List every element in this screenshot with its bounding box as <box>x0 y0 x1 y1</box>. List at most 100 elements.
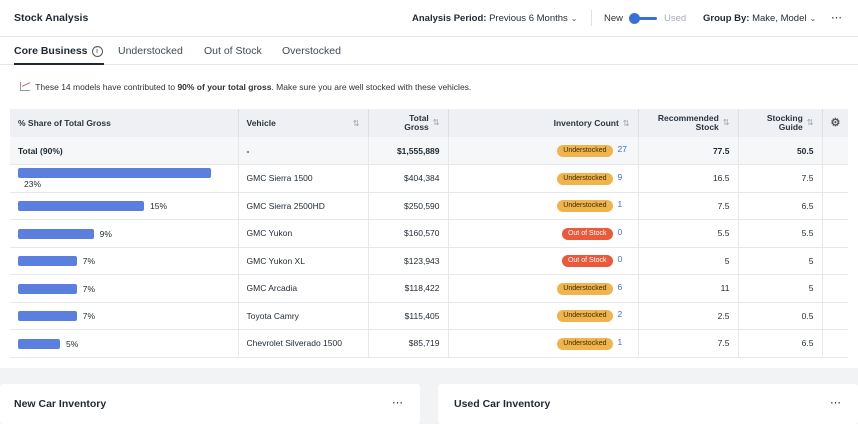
stocking-guide-value: 5.5 <box>738 219 823 247</box>
vehicle-name: Chevrolet Silverado 1500 <box>238 329 369 357</box>
sort-icon[interactable]: ⇅ <box>623 119 630 128</box>
groupby-value: Make, Model <box>752 13 807 24</box>
used-car-inventory-panel: Used Car Inventory ⋯ <box>438 384 858 424</box>
inventory-count-link[interactable]: 0 <box>618 227 632 237</box>
recommended-stock-value: 5 <box>638 247 739 275</box>
share-percent: 7% <box>82 256 96 267</box>
total-guide: 50.5 <box>738 137 823 165</box>
stock-table: % Share of Total Gross Vehicle ⇅ Total Gr… <box>10 109 848 358</box>
info-icon[interactable]: i <box>91 46 103 57</box>
empty-cell <box>822 247 848 275</box>
share-percent: 7% <box>82 311 96 322</box>
more-options-icon[interactable]: ⋯ <box>831 11 843 24</box>
sort-icon[interactable]: ⇅ <box>723 118 730 127</box>
chevron-down-icon: ⌄ <box>570 14 578 23</box>
status-badge: Understocked <box>557 145 613 157</box>
share-bar <box>18 228 94 239</box>
more-options-icon[interactable]: ⋯ <box>392 396 404 409</box>
share-cell: 7% <box>10 274 239 302</box>
tab-core-business[interactable]: Core Business i <box>14 45 103 57</box>
vehicle-name: GMC Arcadia <box>238 274 369 302</box>
inventory-count-link[interactable]: 0 <box>618 254 632 264</box>
vehicle-name: GMC Sierra 1500 <box>238 164 369 192</box>
recommended-stock-value: 11 <box>638 274 739 302</box>
recommended-stock-value: 2.5 <box>638 302 739 330</box>
inventory-count-link[interactable]: 1 <box>618 199 632 209</box>
notice-text: These 14 models have contributed to <box>33 82 178 92</box>
inventory-cell: Understocked 1 <box>448 192 639 220</box>
col-share-header[interactable]: % Share of Total Gross <box>10 109 239 137</box>
share-percent: 23% <box>24 179 42 189</box>
inventory-cell: Understocked 6 <box>448 274 639 302</box>
inventory-count-link[interactable]: 9 <box>618 172 632 182</box>
sort-icon[interactable]: ⇅ <box>433 118 440 127</box>
vehicle-name: Toyota Camry <box>238 302 369 330</box>
empty-cell <box>822 275 848 303</box>
toggle-knob[interactable] <box>629 13 640 24</box>
total-gross: $1,555,889 <box>368 137 449 165</box>
stocking-guide-value: 5 <box>738 274 823 302</box>
group-by-dropdown[interactable]: Group By: Make, Model ⌄ <box>703 13 816 24</box>
table-row[interactable]: 9% GMC Yukon $160,570 Out of Stock 0 5.5 5.5 <box>10 219 848 247</box>
total-gross-value: $160,570 <box>368 219 449 247</box>
inventory-count-link[interactable]: 1 <box>618 337 632 347</box>
col-settings-header[interactable]: ⚙ <box>822 109 848 137</box>
vehicle-name: GMC Yukon XL <box>238 247 369 275</box>
table-row[interactable]: 15% GMC Sierra 2500HD $250,590 Understocked… <box>10 192 848 220</box>
empty-cell <box>822 165 848 193</box>
col-guide-header[interactable]: Stocking Guide ⇅ <box>738 109 823 137</box>
total-row: Total (90%) - $1,555,889 Understocked 27 … <box>10 137 848 165</box>
col-recommended-header[interactable]: Recommended Stock ⇅ <box>638 109 739 137</box>
total-gross-value: $118,422 <box>368 274 449 302</box>
stocking-guide-value: 5 <box>738 247 823 275</box>
tab-understocked[interactable]: Understocked <box>118 45 183 57</box>
col-gross-header[interactable]: Total Gross ⇅ <box>368 109 449 137</box>
inventory-count-link[interactable]: 6 <box>618 282 632 292</box>
table-row[interactable]: 5% Chevrolet Silverado 1500 $85,719 Underst… <box>10 329 848 357</box>
new-car-inventory-panel: New Car Inventory ⋯ <box>0 384 420 424</box>
table-row[interactable]: 7% GMC Yukon XL $123,943 Out of Stock 0 5 5 <box>10 247 848 275</box>
table-row[interactable]: 7% GMC Arcadia $118,422 Understocked 6 11 5 <box>10 274 848 303</box>
share-bar <box>18 201 144 212</box>
table-row[interactable]: 7% Toyota Camry $115,405 Understocked 2 2.5 0.… <box>10 302 848 330</box>
status-badge: Understocked <box>557 172 613 185</box>
more-options-icon[interactable]: ⋯ <box>830 396 842 409</box>
stocking-guide-value: 6.5 <box>738 329 823 357</box>
stock-analysis-card: Stock Analysis Analysis Period: Previous… <box>0 0 858 368</box>
share-cell: 15% <box>10 192 239 220</box>
share-bar <box>18 311 77 322</box>
analysis-period-dropdown[interactable]: Analysis Period: Previous 6 Months ⌄ <box>412 13 577 24</box>
col-vehicle-header[interactable]: Vehicle ⇅ <box>238 109 369 137</box>
tab-label: Core Business <box>14 45 88 57</box>
stocking-guide-value: 6.5 <box>738 192 823 220</box>
share-percent: 15% <box>150 201 168 212</box>
chevron-down-icon: ⌄ <box>809 14 817 23</box>
new-used-toggle[interactable] <box>629 13 657 24</box>
tab-overstocked[interactable]: Overstocked <box>282 45 341 57</box>
total-gross-value: $404,384 <box>368 164 449 192</box>
inventory-count-link[interactable]: 27 <box>618 144 632 154</box>
panel-title: New Car Inventory <box>14 398 107 410</box>
total-gross-value: $85,719 <box>368 329 449 357</box>
status-badge: Out of Stock <box>561 255 613 268</box>
period-label: Analysis Period: <box>412 13 487 24</box>
inventory-cell: Understocked 2 <box>448 302 639 330</box>
gear-icon[interactable]: ⚙ <box>831 117 841 128</box>
inventory-count-link[interactable]: 2 <box>618 309 632 319</box>
sort-icon[interactable]: ⇅ <box>353 119 360 128</box>
share-cell: 9% <box>10 219 239 247</box>
recommended-stock-value: 5.5 <box>638 219 739 247</box>
share-bar <box>18 283 77 294</box>
page-title: Stock Analysis <box>14 12 89 24</box>
status-badge: Understocked <box>557 337 613 350</box>
empty-cell <box>822 192 848 220</box>
table-row[interactable]: 23% GMC Sierra 1500 $404,384 Understocked 9 1… <box>10 164 848 193</box>
col-inventory-header[interactable]: Inventory Count ⇅ <box>448 109 639 137</box>
tab-out-of-stock[interactable]: Out of Stock <box>204 45 262 57</box>
share-cell: 5% <box>10 329 239 357</box>
toggle-used-label: Used <box>664 13 687 24</box>
sort-icon[interactable]: ⇅ <box>807 118 814 127</box>
header-bar: Stock Analysis Analysis Period: Previous… <box>0 0 858 37</box>
total-inventory: Understocked 27 <box>448 137 639 165</box>
status-badge: Out of Stock <box>561 227 613 240</box>
